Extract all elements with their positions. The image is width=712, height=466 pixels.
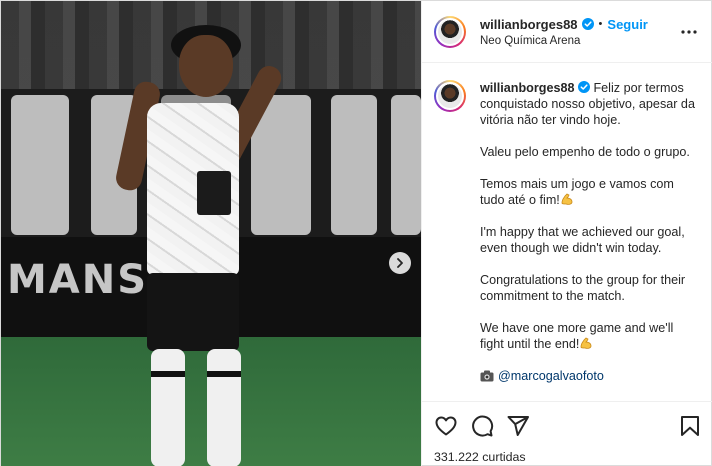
location-link[interactable]: Neo Química Arena <box>480 35 677 47</box>
save-button[interactable] <box>678 414 702 438</box>
more-options-button[interactable] <box>677 29 701 34</box>
separator-dot: • <box>598 18 603 30</box>
avatar[interactable] <box>434 15 466 48</box>
caption-paragraph: We have one more game and we'll fight un… <box>480 321 674 351</box>
verified-icon <box>581 18 594 30</box>
photo-credit-mention[interactable]: @marcogalvaofoto <box>498 369 604 383</box>
chevron-right-icon <box>397 258 403 268</box>
caption-paragraph: I'm happy that we achieved our goal, eve… <box>480 225 685 255</box>
caption-paragraph: Valeu pelo empenho de todo o grupo. <box>480 145 690 159</box>
share-icon <box>507 416 529 436</box>
camera-icon <box>480 370 494 382</box>
flexed-biceps-icon <box>581 337 592 349</box>
likes-count[interactable]: 331.222 curtidas <box>434 450 702 464</box>
football-player <box>113 21 309 466</box>
like-button[interactable] <box>434 414 458 438</box>
shorts <box>147 273 239 351</box>
heart-icon <box>435 416 457 436</box>
post-photo[interactable]: MANS <box>1 1 421 466</box>
post-header: willianborges88 • Seguir Neo Química Are… <box>422 1 712 63</box>
caption-paragraph: Congratulations to the group for their c… <box>480 273 686 303</box>
post-actions: 331.222 curtidas <box>422 401 712 466</box>
bookmark-icon <box>681 416 699 436</box>
post-side-panel: willianborges88 • Seguir Neo Química Are… <box>421 1 712 466</box>
carousel-next-button[interactable] <box>389 252 411 274</box>
share-button[interactable] <box>506 414 530 438</box>
comment-button[interactable] <box>470 414 494 438</box>
jersey-sponsor-logo <box>197 171 231 215</box>
post-caption: willianborges88 Feliz por termos conquist… <box>422 63 712 401</box>
avatar[interactable] <box>434 80 466 112</box>
instagram-post: MANS willianborges88 • Seguir Neo Químic… <box>0 0 712 466</box>
flexed-biceps-icon <box>561 193 573 205</box>
follow-button[interactable]: Seguir <box>607 17 647 32</box>
username-link[interactable]: willianborges88 <box>480 17 578 32</box>
caption-paragraph: Temos mais um jogo e vamos com tudo até … <box>480 177 674 207</box>
verified-icon <box>578 81 591 93</box>
comment-icon <box>472 415 494 437</box>
caption-username[interactable]: willianborges88 <box>480 81 574 95</box>
more-icon <box>681 29 697 34</box>
